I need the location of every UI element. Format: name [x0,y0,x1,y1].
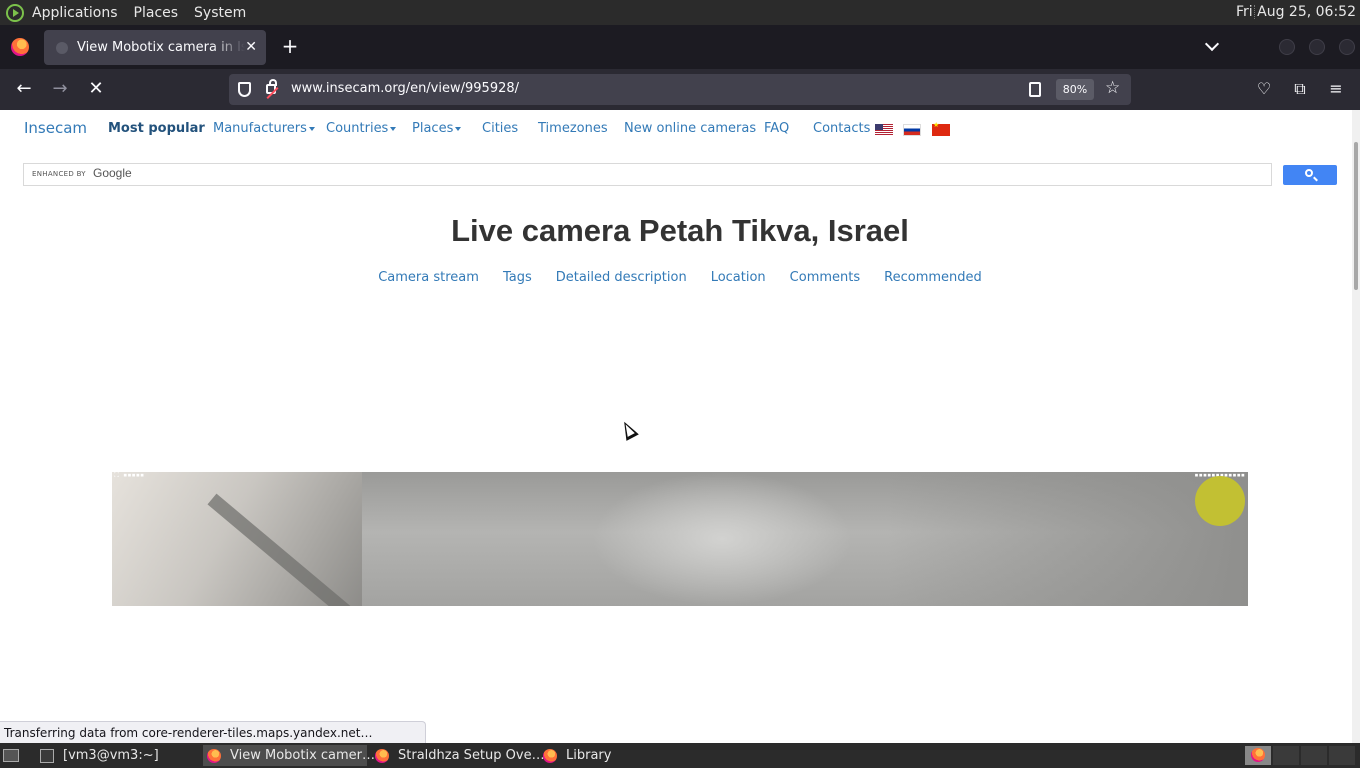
url-bar[interactable]: www.insecam.org/en/view/995928/ 80% ☆ [229,74,1131,105]
link-comments[interactable]: Comments [790,270,860,285]
extensions-icon[interactable]: ⧉ [1290,79,1310,99]
maximize-button[interactable] [1309,39,1325,55]
firefox-icon [543,748,557,763]
close-window-button[interactable] [1339,39,1355,55]
page-scrollbar[interactable] [1352,110,1360,743]
shield-icon[interactable] [238,82,251,97]
nav-bar: ← → ✕ www.insecam.org/en/view/995928/ 80… [0,69,1360,110]
close-tab-icon[interactable]: ✕ [245,39,257,55]
tab-active[interactable]: View Mobotix camera in Israel ✕ [44,30,266,65]
nav-manufacturers-label: Manufacturers [213,121,307,136]
firefox-icon [375,748,389,763]
nav-new-cameras[interactable]: New online cameras [624,121,756,136]
brand-link[interactable]: Insecam [24,119,87,137]
nav-manufacturers[interactable]: Manufacturers [213,121,315,136]
system-menu[interactable]: System [194,5,246,21]
caret-down-icon [455,126,462,131]
caret-down-icon [308,126,315,131]
camera-osd-left: ⛶ ▪▪▪▪▪ [114,472,145,479]
camera-glare [592,472,852,606]
chevron-down-icon[interactable] [1204,36,1220,52]
nav-countries-label: Countries [326,121,389,136]
search-input[interactable]: ENHANCED BY Google [23,163,1272,186]
nav-contacts[interactable]: Contacts [813,121,870,136]
gnome-foot-icon[interactable] [6,3,24,22]
clock[interactable]: Fri Aug 25, 06:52 [1236,4,1356,20]
firefox-icon [207,748,221,763]
us-flag-icon[interactable] [875,124,893,136]
link-camera-stream[interactable]: Camera stream [378,270,479,285]
bookmark-star-icon[interactable]: ☆ [1105,78,1120,98]
nav-places[interactable]: Places [412,121,462,136]
cn-flag-icon[interactable] [932,121,950,136]
task-firefox-setup[interactable]: Straldhza Setup Ove… [371,745,545,766]
site-navbar: Insecam Most popular Manufacturers Count… [0,110,1352,146]
terminal-icon [40,748,54,763]
zoom-level-button[interactable]: 80% [1056,79,1094,100]
link-recommended[interactable]: Recommended [884,270,982,285]
page-title: Live camera Petah Tikva, Israel [451,213,909,248]
firefox-icon [1251,748,1265,762]
nav-faq[interactable]: FAQ [764,121,789,136]
web-page: Insecam Most popular Manufacturers Count… [0,110,1352,743]
caret-down-icon [390,126,397,131]
pocket-icon[interactable]: ♡ [1254,79,1274,98]
status-panel: Transferring data from core-renderer-til… [0,721,426,743]
minimize-button[interactable] [1279,39,1295,55]
camera-yellow-marker [1195,476,1245,526]
task-firefox-camera[interactable]: View Mobotix camer… [203,745,375,766]
nav-most-popular[interactable]: Most popular [108,121,205,136]
places-menu[interactable]: Places [134,5,179,21]
url-text[interactable]: www.insecam.org/en/view/995928/ [291,81,519,96]
workspace-3[interactable] [1301,746,1327,765]
google-logo: Google [93,166,132,180]
stop-loading-icon[interactable]: ✕ [84,77,108,101]
link-tags[interactable]: Tags [503,270,532,285]
nav-cities[interactable]: Cities [482,121,518,136]
task-label: Straldhza Setup Ove… [398,748,545,763]
forward-arrow-icon[interactable]: → [48,77,72,101]
show-desktop-icon[interactable] [3,749,19,762]
task-library[interactable]: Library [539,745,649,766]
ru-flag-icon[interactable] [903,124,921,136]
back-arrow-icon[interactable]: ← [12,77,36,101]
new-tab-icon[interactable]: + [280,35,300,57]
favicon-icon [56,41,68,54]
workspace-4[interactable] [1329,746,1355,765]
enhanced-by-label: ENHANCED BY [32,170,86,178]
link-detailed-description[interactable]: Detailed description [556,270,687,285]
task-label: [vm3@vm3:~] [63,748,159,763]
workspace-1[interactable] [1245,746,1271,765]
task-terminal[interactable]: [vm3@vm3:~] [36,745,196,766]
search-button[interactable] [1283,165,1337,185]
scrollbar-thumb[interactable] [1354,142,1358,290]
firefox-icon[interactable] [11,38,29,56]
camera-shade [888,472,1248,606]
search-icon [1305,169,1313,177]
top-panel: Applications Places System Fri Aug 25, 0… [0,0,1360,25]
nav-places-label: Places [412,121,454,136]
tab-title: View Mobotix camera in Israel [77,40,245,55]
taskbar: [vm3@vm3:~] View Mobotix camer… Straldhz… [0,743,1360,768]
task-label: View Mobotix camer… [230,748,376,763]
lock-insecure-icon[interactable] [266,79,277,94]
tab-bar: View Mobotix camera in Israel ✕ + [0,25,1360,69]
applications-menu[interactable]: Applications [32,5,118,21]
task-label: Library [566,748,612,763]
nav-timezones[interactable]: Timezones [538,121,608,136]
hamburger-menu-icon[interactable]: ≡ [1326,79,1346,98]
nav-countries[interactable]: Countries [326,121,397,136]
workspace-2[interactable] [1273,746,1299,765]
camera-stream-image[interactable]: ⛶ ▪▪▪▪▪ ▪▪▪▪▪▪▪▪▪▪▪▪ [112,472,1248,606]
link-location[interactable]: Location [711,270,766,285]
reader-view-icon[interactable] [1029,82,1041,97]
section-links: Camera stream Tags Detailed description … [0,270,1352,285]
